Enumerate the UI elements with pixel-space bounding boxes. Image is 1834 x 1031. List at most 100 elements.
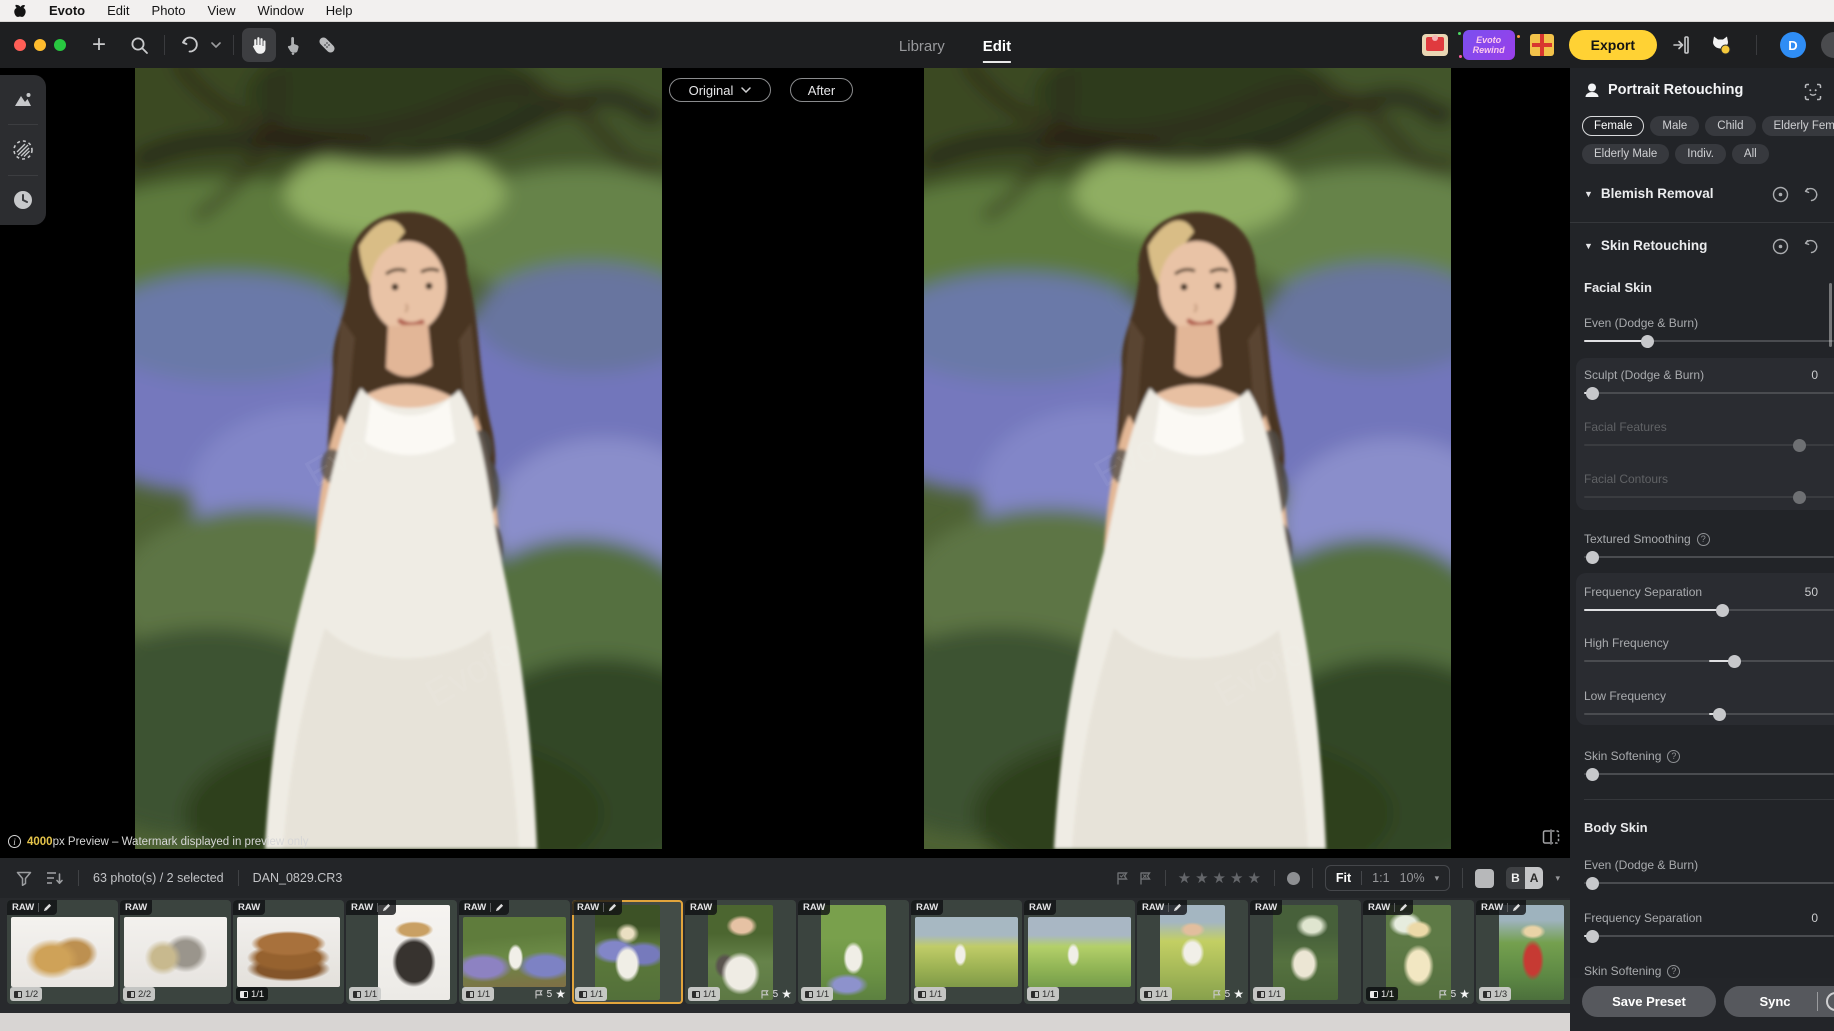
filmstrip-thumbnail[interactable]: RAW 1/3 <box>1476 900 1570 1004</box>
slider-facial-contours[interactable]: Facial Contours <box>1584 472 1834 512</box>
help-icon[interactable]: ? <box>1697 533 1710 546</box>
slider-body-even-dodge-burn[interactable]: Even (Dodge & Burn) <box>1584 858 1834 898</box>
chip-child[interactable]: Child <box>1705 116 1755 136</box>
apple-menu[interactable] <box>14 3 27 18</box>
after-photo-view[interactable] <box>924 68 1451 849</box>
slider-high-frequency[interactable]: High Frequency <box>1584 636 1834 676</box>
background-color-swatch[interactable] <box>1475 869 1494 888</box>
slider-track[interactable] <box>1584 882 1834 884</box>
slider-thumb[interactable] <box>1586 877 1599 890</box>
face-detect-icon[interactable] <box>1804 83 1822 101</box>
chip-female[interactable]: Female <box>1582 116 1644 136</box>
filmstrip-thumbnail[interactable]: RAW 1/1 <box>798 900 909 1004</box>
menubar-item-view[interactable]: View <box>208 3 236 18</box>
original-photo-view[interactable] <box>135 68 662 849</box>
slider-thumb[interactable] <box>1728 655 1741 668</box>
chip-male[interactable]: Male <box>1650 116 1699 136</box>
flag-pick-icon[interactable] <box>1115 871 1130 886</box>
slider-low-frequency[interactable]: Low Frequency <box>1584 689 1834 729</box>
history-tool-button[interactable] <box>0 176 46 225</box>
user-avatar[interactable]: D <box>1780 32 1806 58</box>
sync-button[interactable]: Sync <box>1724 986 1834 1017</box>
slider-textured-smoothing[interactable]: Textured Smoothing? <box>1584 532 1834 572</box>
gift-icon[interactable] <box>1530 34 1554 56</box>
help-icon[interactable]: ? <box>1667 965 1680 978</box>
slider-track[interactable] <box>1584 392 1834 394</box>
filmstrip-thumbnail[interactable]: RAW 1/1 <box>233 900 344 1004</box>
star-icon[interactable]: ★ <box>1230 869 1244 887</box>
blemish-removal-section-header[interactable]: ▼ Blemish Removal <box>1584 186 1834 201</box>
export-button[interactable]: Export <box>1569 30 1657 60</box>
slider-track[interactable] <box>1584 609 1834 611</box>
star-rating-control[interactable]: ★ ★ ★ ★ ★ <box>1178 869 1262 887</box>
slider-sculpt-dodge-burn[interactable]: Sculpt (Dodge & Burn) 0 <box>1584 368 1834 408</box>
slider-thumb[interactable] <box>1641 335 1654 348</box>
rewards-envelope-icon[interactable] <box>1422 34 1448 56</box>
filmstrip-thumbnail[interactable]: RAW 1/1 5★ <box>1137 900 1248 1004</box>
panel-scrollbar[interactable] <box>1829 283 1832 347</box>
adjustments-tool-button[interactable] <box>0 75 46 124</box>
undo-history-dropdown[interactable] <box>207 28 225 62</box>
filmstrip-thumbnail[interactable]: RAW 2/2 <box>120 900 231 1004</box>
filmstrip-thumbnail[interactable]: RAW 1/1 <box>1250 900 1361 1004</box>
chip-elderly-male[interactable]: Elderly Male <box>1582 144 1669 164</box>
star-icon[interactable]: ★ <box>1195 869 1209 887</box>
menubar-item-help[interactable]: Help <box>326 3 353 18</box>
credits-cat-icon[interactable] <box>1709 34 1733 56</box>
split-view-toggle[interactable] <box>1541 828 1561 846</box>
slider-thumb[interactable] <box>1586 930 1599 943</box>
minimize-window-button[interactable] <box>34 39 46 51</box>
add-photos-button[interactable]: + <box>82 28 116 62</box>
color-label-dot[interactable] <box>1287 872 1300 885</box>
tab-edit[interactable]: Edit <box>983 36 1011 63</box>
undo-button[interactable] <box>173 28 207 62</box>
reset-icon[interactable] <box>1803 186 1820 203</box>
help-icon[interactable]: ? <box>1667 750 1680 763</box>
chevron-down-icon[interactable]: ▾ <box>1435 873 1440 884</box>
evoto-rewind-badge[interactable]: Evoto Rewind <box>1463 30 1515 60</box>
star-icon[interactable]: ★ <box>1213 869 1227 887</box>
filter-button[interactable] <box>16 870 32 886</box>
sort-button[interactable] <box>46 870 64 886</box>
search-button[interactable] <box>122 28 156 62</box>
mask-tool-button[interactable] <box>0 125 46 174</box>
zoom-fit-button[interactable]: Fit <box>1336 871 1351 885</box>
filmstrip-thumbnail[interactable]: RAW 1/1 <box>346 900 457 1004</box>
slider-thumb[interactable] <box>1586 551 1599 564</box>
menubar-item-evoto[interactable]: Evoto <box>49 3 85 18</box>
slider-facial-features[interactable]: Facial Features <box>1584 420 1834 460</box>
filmstrip-thumbnail[interactable]: RAW 1/1 <box>911 900 1022 1004</box>
flag-reject-icon[interactable] <box>1138 871 1153 886</box>
zoom-percent-value[interactable]: 10% <box>1400 871 1425 885</box>
slider-track[interactable] <box>1584 773 1834 775</box>
export-queue-icon[interactable] <box>1672 35 1694 55</box>
filmstrip-thumbnail[interactable]: RAW 1/2 <box>7 900 118 1004</box>
preview-toggle-icon[interactable] <box>1772 186 1789 203</box>
filmstrip-thumbnail[interactable]: RAW 1/1 5★ <box>685 900 796 1004</box>
filmstrip-thumbnail[interactable]: RAW 1/1 5★ <box>1363 900 1474 1004</box>
menubar-item-window[interactable]: Window <box>257 3 303 18</box>
save-preset-button[interactable]: Save Preset <box>1582 986 1716 1017</box>
slider-thumb[interactable] <box>1586 387 1599 400</box>
slider-track[interactable] <box>1584 713 1834 715</box>
before-after-toggle[interactable]: B A <box>1506 867 1543 889</box>
filmstrip-thumbnail-selected[interactable]: RAW 1/1 <box>572 900 683 1004</box>
chip-elderly-female[interactable]: Elderly Female <box>1762 116 1834 136</box>
after-view-button[interactable]: After <box>790 78 853 102</box>
slider-thumb[interactable] <box>1586 768 1599 781</box>
slider-frequency-separation[interactable]: Frequency Separation 50 <box>1584 585 1834 625</box>
slider-track[interactable] <box>1584 556 1834 558</box>
menubar-item-edit[interactable]: Edit <box>107 3 129 18</box>
touch-retouch-tool-button[interactable] <box>276 28 310 62</box>
chip-all[interactable]: All <box>1732 144 1769 164</box>
tab-library[interactable]: Library <box>899 36 945 55</box>
heal-tool-button[interactable] <box>310 28 344 62</box>
slider-skin-softening[interactable]: Skin Softening? <box>1584 749 1834 789</box>
zoom-one-to-one-button[interactable]: 1:1 <box>1372 871 1389 885</box>
zoom-window-button[interactable] <box>54 39 66 51</box>
close-window-button[interactable] <box>14 39 26 51</box>
hand-tool-button[interactable] <box>242 28 276 62</box>
original-view-dropdown[interactable]: Original <box>669 78 771 102</box>
skin-retouching-section-header[interactable]: ▼ Skin Retouching <box>1584 238 1834 253</box>
reset-icon[interactable] <box>1803 238 1820 255</box>
